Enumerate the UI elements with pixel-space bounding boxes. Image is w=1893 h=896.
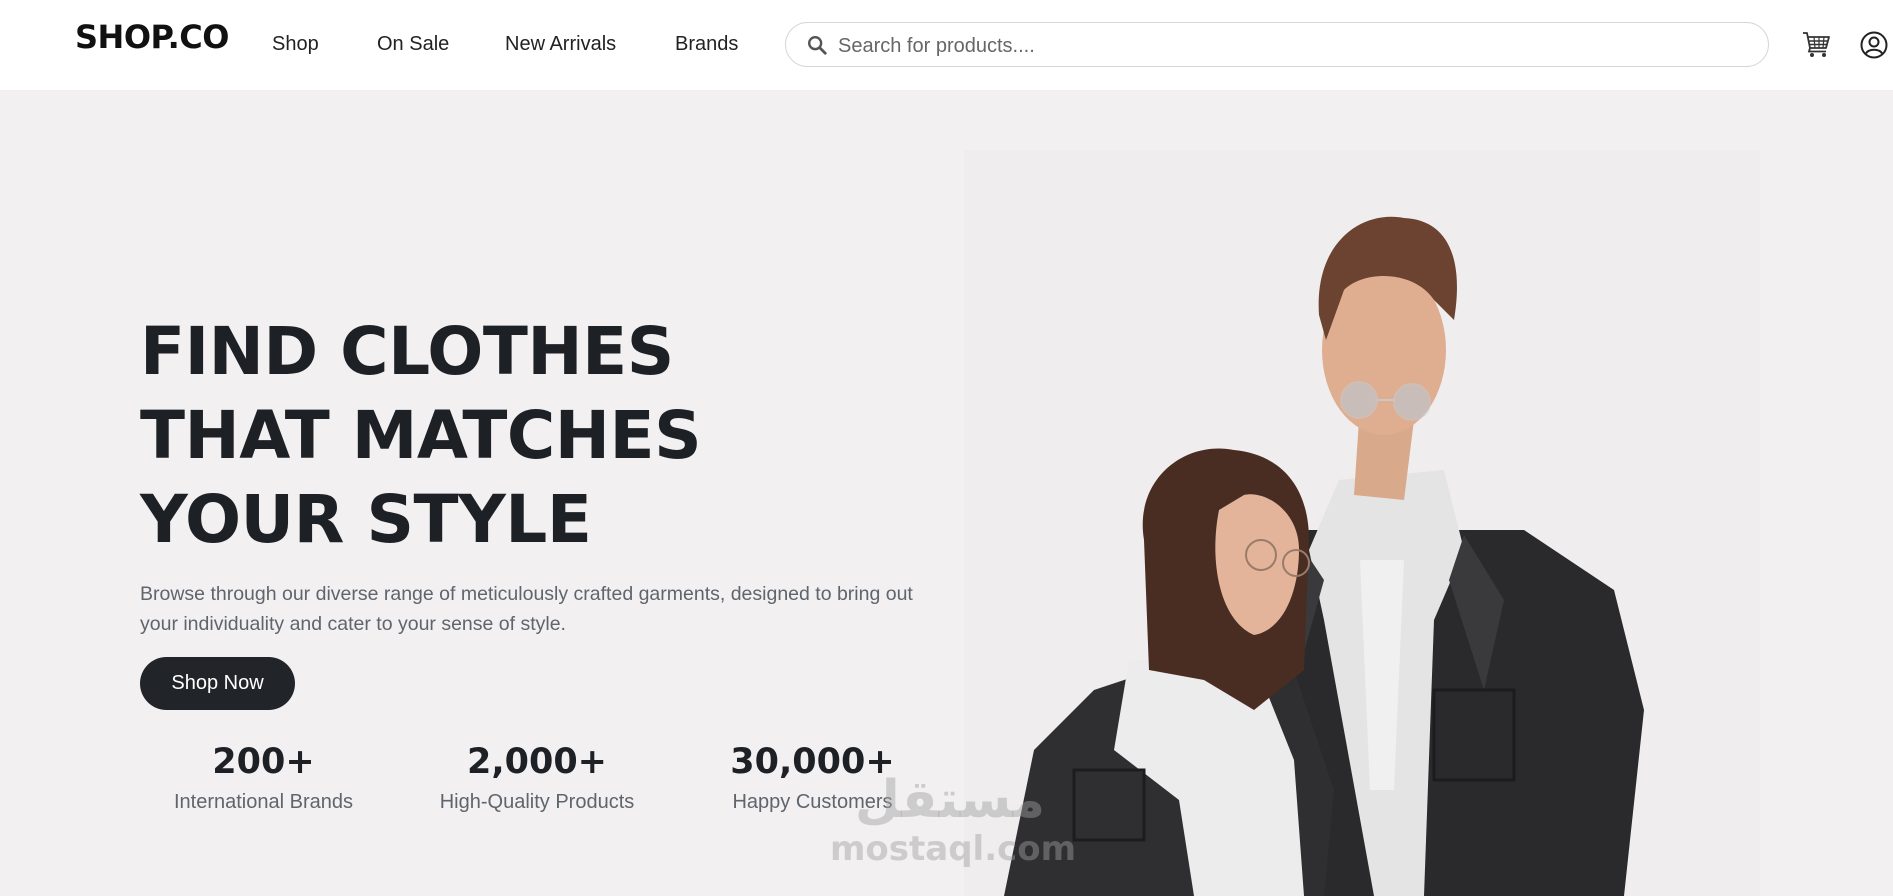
stat-label: High-Quality Products <box>439 791 635 813</box>
search-icon <box>808 36 827 55</box>
stat-label: International Brands <box>173 791 353 813</box>
hero-description: Browse through our diverse range of meti… <box>140 583 913 635</box>
cart-icon[interactable] <box>1801 30 1831 58</box>
search-input[interactable] <box>836 29 1740 63</box>
nav-link-brands[interactable]: Brands <box>675 33 738 56</box>
hero-heading: FIND CLOTHES THAT MATCHES YOUR STYLE <box>140 310 702 562</box>
brand-logo[interactable]: SHOP.CO <box>75 18 229 56</box>
top-navbar: SHOP.CO Shop On Sale New Arrivals Brands <box>0 0 1893 90</box>
stat-happy-customers: 30,000+ Happy Customers <box>725 740 900 819</box>
stat-value: 200+ <box>212 742 315 782</box>
nav-link-new-arrivals[interactable]: New Arrivals <box>505 33 616 56</box>
hero-heading-line: THAT MATCHES <box>140 397 702 474</box>
nav-link-shop[interactable]: Shop <box>272 33 319 56</box>
account-icon[interactable] <box>1860 31 1888 59</box>
hero-heading-line: YOUR STYLE <box>140 481 592 558</box>
stat-value: 30,000+ <box>730 742 895 782</box>
stat-high-quality-products: 2,000+ High-Quality Products <box>432 740 642 819</box>
hero-heading-line: FIND CLOTHES <box>140 313 674 390</box>
search-bar[interactable] <box>785 22 1769 67</box>
stat-label: Happy Customers <box>732 791 893 813</box>
shop-now-button[interactable]: Shop Now <box>140 657 295 710</box>
nav-link-on-sale[interactable]: On Sale <box>377 33 449 56</box>
stat-value: 2,000+ <box>466 742 608 782</box>
hero-models-image <box>1004 216 1644 896</box>
stat-international-brands: 200+ International Brands <box>165 740 362 819</box>
